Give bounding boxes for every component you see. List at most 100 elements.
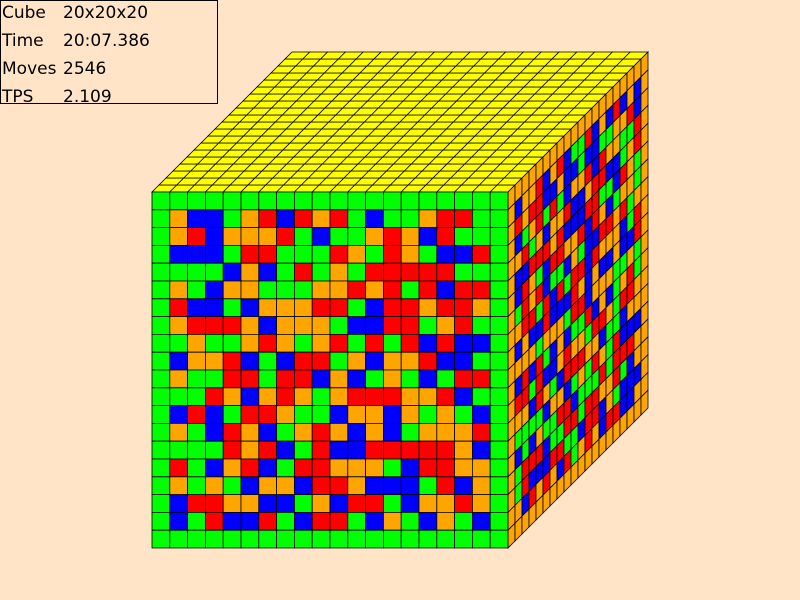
front-sticker (489, 262, 509, 282)
front-sticker (365, 458, 384, 478)
front-sticker (365, 244, 384, 264)
front-sticker (418, 387, 438, 407)
front-sticker (382, 476, 402, 496)
front-sticker (418, 298, 438, 318)
front-sticker (293, 191, 313, 211)
front-sticker (489, 422, 509, 442)
front-sticker (258, 422, 278, 442)
front-sticker (382, 262, 402, 282)
front-sticker (471, 244, 491, 264)
front-sticker (436, 529, 456, 549)
front-sticker (222, 494, 242, 513)
front-sticker (436, 387, 456, 407)
front-sticker (151, 262, 171, 282)
front-sticker (471, 191, 491, 211)
front-sticker (187, 387, 206, 407)
front-sticker (169, 512, 189, 531)
front-sticker (169, 333, 189, 353)
front-sticker (347, 529, 367, 549)
front-sticker (311, 351, 331, 371)
front-sticker (365, 440, 384, 460)
front-sticker (204, 369, 224, 389)
front-sticker (418, 316, 438, 335)
front-sticker (365, 316, 384, 335)
front-sticker (293, 280, 313, 300)
front-sticker (489, 387, 509, 407)
front-sticker (169, 351, 189, 371)
front-sticker (471, 458, 491, 478)
front-sticker (365, 512, 384, 531)
front-sticker (240, 209, 260, 229)
front-sticker (151, 529, 171, 549)
front-sticker (258, 262, 278, 282)
front-sticker (454, 440, 473, 460)
front-sticker (276, 298, 295, 318)
front-sticker (311, 316, 331, 335)
front-sticker (489, 244, 509, 264)
front-sticker (276, 191, 295, 211)
front-sticker (347, 494, 367, 513)
cube-front-face (151, 191, 509, 549)
front-sticker (240, 191, 260, 211)
front-sticker (151, 280, 171, 300)
front-sticker (489, 369, 509, 389)
front-sticker (293, 351, 313, 371)
front-sticker (258, 316, 278, 335)
front-sticker (258, 298, 278, 318)
front-sticker (436, 476, 456, 496)
front-sticker (187, 369, 206, 389)
front-sticker (169, 387, 189, 407)
front-sticker (204, 191, 224, 211)
front-sticker (151, 387, 171, 407)
front-sticker (204, 351, 224, 371)
front-sticker (222, 280, 242, 300)
front-sticker (222, 298, 242, 318)
front-sticker (293, 298, 313, 318)
front-sticker (471, 298, 491, 318)
front-sticker (400, 369, 420, 389)
front-sticker (382, 244, 402, 264)
front-sticker (400, 209, 420, 229)
front-sticker (204, 316, 224, 335)
front-sticker (311, 280, 331, 300)
front-sticker (311, 440, 331, 460)
front-sticker (347, 422, 367, 442)
front-sticker (169, 209, 189, 229)
front-sticker (204, 280, 224, 300)
front-sticker (240, 244, 260, 264)
front-sticker (204, 476, 224, 496)
front-sticker (258, 280, 278, 300)
front-sticker (240, 280, 260, 300)
front-sticker (151, 227, 171, 246)
front-sticker (204, 458, 224, 478)
rubiks-cube-view[interactable] (0, 0, 800, 600)
front-sticker (471, 422, 491, 442)
front-sticker (293, 262, 313, 282)
front-sticker (471, 209, 491, 229)
front-sticker (418, 244, 438, 264)
front-sticker (240, 333, 260, 353)
front-sticker (311, 244, 331, 264)
front-sticker (418, 191, 438, 211)
front-sticker (187, 191, 206, 211)
front-sticker (240, 422, 260, 442)
front-sticker (204, 494, 224, 513)
front-sticker (347, 262, 367, 282)
front-sticker (489, 529, 509, 549)
front-sticker (240, 458, 260, 478)
front-sticker (293, 369, 313, 389)
front-sticker (151, 494, 171, 513)
front-sticker (240, 351, 260, 371)
front-sticker (382, 351, 402, 371)
front-sticker (329, 512, 349, 531)
front-sticker (418, 369, 438, 389)
front-sticker (311, 227, 331, 246)
front-sticker (436, 422, 456, 442)
front-sticker (187, 405, 206, 424)
front-sticker (311, 209, 331, 229)
front-sticker (258, 476, 278, 496)
front-sticker (169, 458, 189, 478)
front-sticker (169, 529, 189, 549)
front-sticker (489, 476, 509, 496)
front-sticker (240, 476, 260, 496)
